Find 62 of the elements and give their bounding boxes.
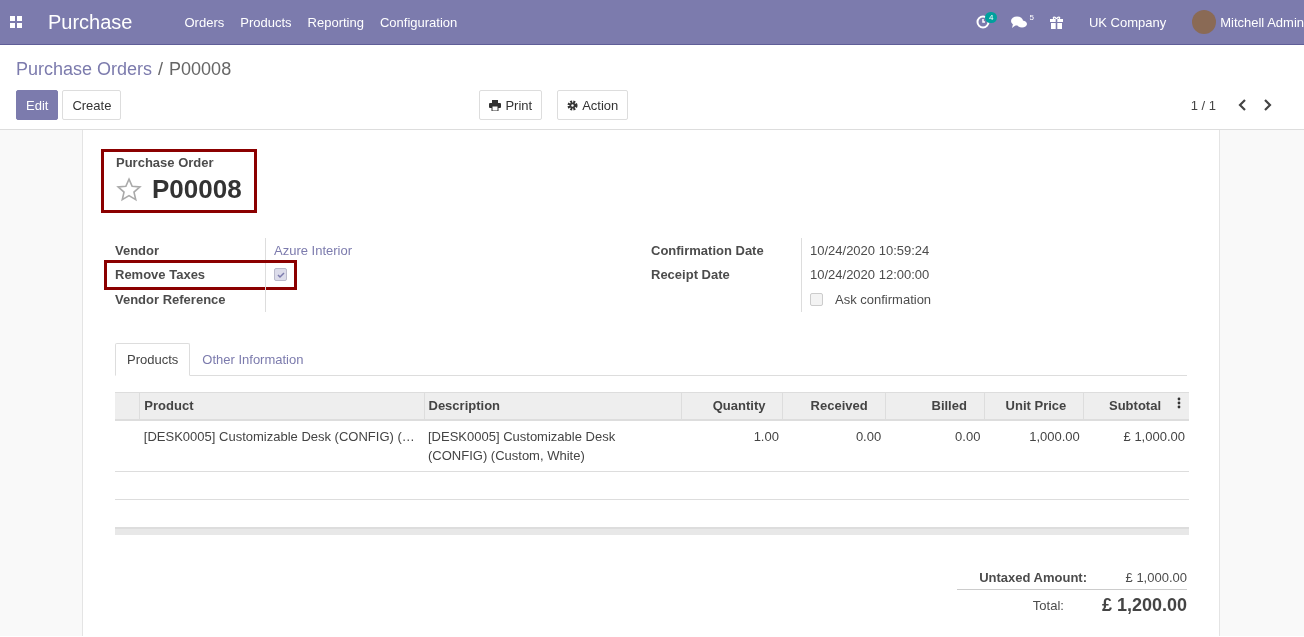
printer-icon (489, 99, 502, 111)
field-label: Receipt Date (651, 262, 802, 287)
column-header[interactable]: Subtotal (1083, 392, 1189, 420)
column-header[interactable]: Product (139, 392, 424, 420)
vendor-link[interactable]: Azure Interior (274, 242, 353, 258)
order-number: P00008 (152, 174, 242, 205)
action-button[interactable]: Action (557, 90, 629, 120)
field-value: 10/24/2020 12:00:00 (810, 267, 930, 283)
field-value: 10/24/2020 10:59:24 (810, 242, 930, 258)
gift-icon[interactable] (1049, 15, 1063, 29)
table-cell: [DESK0005] Customizable Desk (CONFIG) (Custom, White) (424, 420, 682, 472)
breadcrumb-separator: / (158, 59, 164, 79)
table-cell: 1,000.00 (984, 420, 1084, 472)
print-button[interactable]: Print (479, 90, 543, 120)
activity-clock-icon[interactable] (975, 15, 990, 29)
menu-item[interactable]: Configuration (371, 14, 466, 30)
checkbox-label: Ask confirmation (835, 291, 932, 307)
checkbox[interactable] (274, 268, 287, 282)
create-button[interactable]: Create (62, 90, 122, 120)
chat-bubbles-icon[interactable] (1011, 15, 1028, 29)
gear-icon (567, 99, 579, 111)
next-chevron-icon[interactable] (1263, 99, 1272, 111)
company-switcher[interactable]: UK Company (1080, 14, 1175, 30)
field-label: Remove Taxes (115, 262, 266, 287)
menu-item[interactable]: Orders (176, 14, 233, 30)
field-label: Vendor Reference (115, 287, 266, 312)
handle-column-header (115, 392, 140, 420)
column-header[interactable]: Unit Price (984, 392, 1084, 420)
tab[interactable]: Other Information (190, 342, 316, 376)
user-menu[interactable]: Mitchell Admin (1220, 14, 1304, 30)
menu-item[interactable]: Products (232, 14, 300, 30)
breadcrumb-current: P00008 (169, 59, 232, 79)
untaxed-amount-label: Untaxed Amount: (979, 569, 1087, 585)
breadcrumb-link[interactable]: Purchase Orders (16, 59, 153, 79)
apps-grid-icon[interactable] (10, 16, 22, 28)
checkbox[interactable] (810, 292, 823, 306)
table-cell: 0.00 (885, 420, 985, 472)
app-name[interactable]: Purchase (48, 10, 133, 34)
column-header[interactable]: Received (782, 392, 886, 420)
table-cell: 0.00 (782, 420, 886, 472)
column-header[interactable]: Quantity (681, 392, 783, 420)
column-header[interactable]: Description (424, 392, 682, 420)
tab[interactable]: Products (115, 342, 191, 376)
total-label: Total: (1032, 597, 1064, 613)
table-cell: 1.00 (681, 420, 783, 472)
edit-button[interactable]: Edit (16, 90, 59, 120)
column-header[interactable]: Billed (885, 392, 985, 420)
table-cell: [DESK0005] Customizable Desk (CONFIG) (… (139, 420, 424, 472)
column-options-icon[interactable] (1177, 397, 1181, 409)
pager-value: 1 / 1 (1190, 97, 1216, 113)
message-count: 5 (1029, 12, 1034, 22)
check-icon (276, 270, 285, 279)
star-icon[interactable] (116, 176, 142, 203)
total-value: £ 1,200.00 (1101, 594, 1187, 616)
form-subtitle: Purchase Order (116, 155, 215, 170)
untaxed-amount-value: £ 1,000.00 (1125, 569, 1187, 585)
field-label: Vendor (115, 238, 266, 263)
menu-item[interactable]: Reporting (299, 14, 372, 30)
activity-count-badge: 4 (984, 11, 998, 23)
field-label: Confirmation Date (651, 238, 802, 263)
previous-chevron-icon[interactable] (1238, 99, 1247, 111)
table-cell: £ 1,000.00 (1083, 420, 1189, 472)
